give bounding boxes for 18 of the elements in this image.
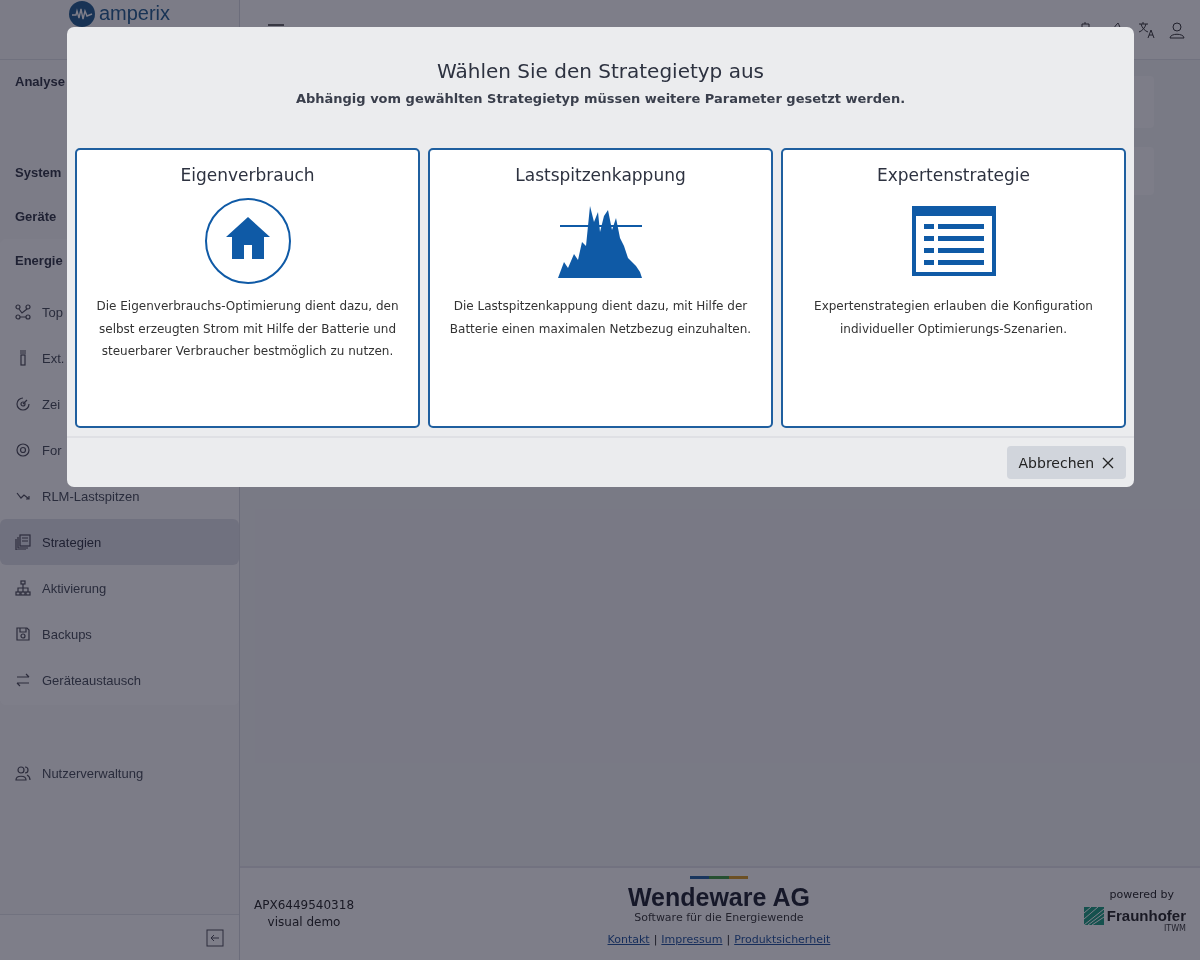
dialog-title: Wählen Sie den Strategietyp aus — [436, 59, 765, 83]
card-title: Lastspitzenkappung — [515, 165, 686, 185]
card-title: Eigenverbrauch — [180, 165, 315, 185]
device-id: APX6449540318 — [254, 898, 354, 912]
partner-unit: ITWM — [1163, 924, 1186, 933]
partner-name: Fraunhofer — [1106, 907, 1186, 924]
company-tagline: Software für die Energiewende — [634, 911, 804, 925]
dialog-subtitle: Abhängig vom gewählten Strategietyp müssen weitere Parameter gesetzt werden. — [295, 91, 906, 106]
separator-text: | — [653, 933, 658, 946]
mode-label: visual demo — [267, 915, 341, 929]
logo-text: amperix — [98, 2, 171, 24]
company-name: Wendeware AG — [627, 883, 810, 911]
separator-text: | — [726, 933, 731, 946]
card-title: Expertenstrategie — [877, 165, 1030, 185]
card-description: Die Lastspitzenkappung dient dazu, mit Hilfe der Batterie einen maximalen Netzbezug einzuhalten. — [448, 298, 753, 338]
card-description: Die Eigenverbrauchs-Optimierung dient dazu, den selbst erzeugten Strom mit Hilfe der Batterie und steuerbarer Verbraucher bestmöglich zu nutzen. — [95, 298, 400, 360]
powered-by-label: powered by — [1109, 888, 1174, 901]
card-description: Expertenstrategien erlauben die Konfiguration individueller Optimierungs-Szenarien. — [813, 298, 1094, 338]
